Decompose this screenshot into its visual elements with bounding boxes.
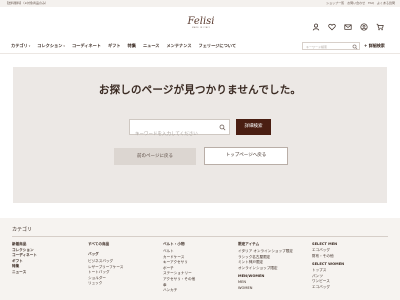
chevron-down-icon: ▾ xyxy=(63,44,65,48)
nav-item-about[interactable]: フェリージについて xyxy=(199,43,236,49)
search-icon[interactable] xyxy=(352,44,358,50)
nav-item-category[interactable]: カテゴリ▾ xyxy=(11,43,30,49)
footer-link-rucksack[interactable]: リュック xyxy=(88,281,123,287)
nav-item-news[interactable]: ニュース xyxy=(143,43,160,49)
nav-item-label: カテゴリ xyxy=(11,43,28,48)
advanced-search-link[interactable]: + 詳細検索 xyxy=(364,43,385,49)
not-found-panel: お探しのページが見つかりませんでした。 詳細検索 前のページに戻る トップページ… xyxy=(13,67,387,203)
footer-link-select-women[interactable]: SELECT WOMEN xyxy=(312,262,344,266)
footer-divider xyxy=(12,236,388,237)
cart-icon[interactable] xyxy=(376,23,384,31)
nav-item-feature[interactable]: 特集 xyxy=(128,43,136,49)
footer-link-accessory-other[interactable]: アクセサリ・その他 xyxy=(163,277,195,283)
nav-item-coordinate[interactable]: コーディネート xyxy=(72,43,101,49)
logo-wordmark: Felisi xyxy=(187,16,215,27)
footer-link-bags[interactable]: バッグ xyxy=(88,252,123,257)
site-header: Felisi MADE IN ITALY xyxy=(0,7,400,40)
header-icon-group xyxy=(312,23,384,31)
mail-icon[interactable] xyxy=(344,23,352,31)
faq-link[interactable]: FAQ xyxy=(368,1,374,5)
footer-col-limited: 限定アイテム イタリア オンラインショップ限定 ラシック名古屋限定 ミント神戸限… xyxy=(238,242,293,292)
footer-link-women[interactable]: WOMEN xyxy=(238,286,293,292)
main-navigation: カテゴリ▾ コレクション▾ コーディネート ギフト 特集 ニュース メンテナンス… xyxy=(0,40,400,54)
felisi-logo[interactable]: Felisi MADE IN ITALY xyxy=(186,16,216,31)
page-title: お探しのページが見つかりませんでした。 xyxy=(98,84,302,96)
nav-item-label: ニュース xyxy=(142,43,160,48)
nav-item-label: ギフト xyxy=(107,43,121,48)
heart-icon[interactable] xyxy=(328,23,336,31)
account-icon[interactable] xyxy=(360,23,368,31)
footer-col-main: 新着商品 コレクション コーディネート ギフト 特集 ニュース xyxy=(12,242,37,276)
footer-col-products: すべての商品 バッグ ビジネスバッグ レザーブリーフケース トートバッグ ショル… xyxy=(88,242,123,287)
contact-link[interactable]: お問い合わせ xyxy=(347,1,365,5)
shop-list-link[interactable]: ショップ一覧 xyxy=(326,1,344,5)
detail-search-button[interactable]: 詳細検索 xyxy=(236,119,271,135)
footer-link-eco-bag-women[interactable]: エコバッグ xyxy=(312,285,344,291)
nav-item-collection[interactable]: コレクション▾ xyxy=(37,43,65,49)
footer-link-belts-goods[interactable]: ベルト・小物 xyxy=(163,242,195,247)
keyword-search-field[interactable] xyxy=(129,119,230,142)
nav-item-label: コレクション xyxy=(37,43,63,48)
footer-link-all-products[interactable]: すべての商品 xyxy=(88,242,123,247)
nav-item-maintenance[interactable]: メンテナンス xyxy=(166,43,191,49)
nav-item-gift[interactable]: ギフト xyxy=(108,43,121,49)
footer-title: カテゴリ xyxy=(12,227,33,233)
nav-item-label: 特集 xyxy=(127,43,136,48)
search-placeholder: キーワード検索 xyxy=(306,44,328,49)
top-announcement-bar: 【送料無料】（※対象商品のみ） ショップ一覧 お問い合わせ FAQ よくある質問 xyxy=(0,0,400,7)
footer-link-limited-items[interactable]: 限定アイテム xyxy=(238,242,293,247)
footer-link-men-women[interactable]: MEN/WOMEN xyxy=(238,274,293,278)
nav-item-label: フェリージについて xyxy=(198,43,237,48)
search-icon[interactable] xyxy=(219,124,226,131)
footer-category-section: カテゴリ 新着商品 コレクション コーディネート ギフト 特集 ニュース すべて… xyxy=(0,218,400,300)
chevron-down-icon: ▾ xyxy=(28,44,31,48)
shipping-notice: 【送料無料】（※対象商品のみ） xyxy=(5,1,49,5)
nav-item-label: メンテナンス xyxy=(166,43,192,48)
top-utility-links: ショップ一覧 お問い合わせ FAQ よくある質問 xyxy=(326,1,395,5)
footer-col-accessories: ベルト・小物 ベルト カードケース キーアクセサリ ポーチ ステーショナリー ア… xyxy=(163,242,195,294)
top-page-button[interactable]: トップページへ戻る xyxy=(204,147,288,165)
previous-page-button[interactable]: 前のページに戻る xyxy=(114,148,196,165)
footer-col-select: SELECT MEN エコバッグ 財布・その他 SELECT WOMEN トップ… xyxy=(312,242,344,291)
footer-link-news[interactable]: ニュース xyxy=(12,270,37,276)
nav-item-label: コーディネート xyxy=(71,43,101,48)
user-icon[interactable] xyxy=(312,23,320,31)
logo-subtitle: MADE IN ITALY xyxy=(191,27,211,29)
footer-link-select-men[interactable]: SELECT MEN xyxy=(312,242,344,246)
footer-link-italy-online[interactable]: イタリア オンラインショップ限定 xyxy=(238,249,293,255)
footer-link-coordinate[interactable]: コーディネート xyxy=(12,253,37,259)
keyword-search-input[interactable] xyxy=(130,127,215,142)
help-link[interactable]: よくある質問 xyxy=(377,1,395,5)
header-search-input[interactable]: キーワード検索 xyxy=(302,42,360,50)
footer-link-handkerchief[interactable]: ハンカチ xyxy=(163,288,195,294)
